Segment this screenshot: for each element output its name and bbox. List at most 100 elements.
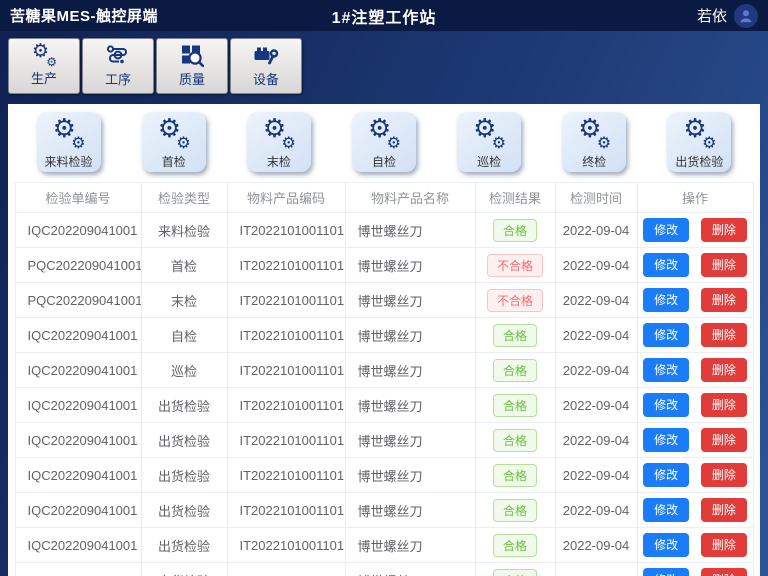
tab-equipment[interactable]: 设备 xyxy=(230,38,302,94)
material-code-cell: IT2022101001101 xyxy=(227,563,345,576)
material-code-cell: IT2022101001101 xyxy=(227,213,345,248)
inspection-type-cell: 出货检验 xyxy=(141,423,227,458)
edit-button[interactable]: 修改 xyxy=(643,428,689,452)
app-title: 苦糖果MES-触控屏端 xyxy=(10,5,158,26)
process-flow-icon xyxy=(105,44,131,68)
delete-button[interactable]: 删除 xyxy=(701,428,747,452)
inspection-type-cell: 出货检验 xyxy=(141,388,227,423)
edit-button[interactable]: 修改 xyxy=(643,218,689,242)
gears-icon: ⚙⚙ xyxy=(576,120,612,150)
material-name-cell: 博世螺丝刀 xyxy=(345,318,475,353)
tab-label: 设备 xyxy=(253,69,279,88)
result-badge: 合格 xyxy=(493,359,537,382)
time-cell: 2022-09-04 xyxy=(555,318,637,353)
inspection-shortcut-card[interactable]: ⚙⚙ 终检 xyxy=(562,112,626,172)
delete-button[interactable]: 删除 xyxy=(701,533,747,557)
delete-button[interactable]: 删除 xyxy=(701,358,747,382)
gears-icon: ⚙⚙ xyxy=(471,120,507,150)
table-row: IQC202209041001 自检 IT2022101001101 博世螺丝刀… xyxy=(15,318,753,353)
user-avatar-icon[interactable] xyxy=(734,4,758,28)
result-cell: 合格 xyxy=(475,423,555,458)
material-code-cell: IT2022101001101 xyxy=(227,318,345,353)
delete-button[interactable]: 删除 xyxy=(701,568,747,576)
table-row: PQC202209041001 首检 IT2022101001101 博世螺丝刀… xyxy=(15,248,753,283)
delete-button[interactable]: 删除 xyxy=(701,498,747,522)
inspection-shortcut-card[interactable]: ⚙⚙ 末检 xyxy=(247,112,311,172)
gears-icon: ⚙⚙ xyxy=(156,120,192,150)
edit-button[interactable]: 修改 xyxy=(643,533,689,557)
delete-button[interactable]: 删除 xyxy=(701,218,747,242)
material-name-cell: 博世螺丝刀 xyxy=(345,493,475,528)
order-no-cell: IQC202209041001 xyxy=(15,388,141,423)
column-header: 检验单编号 xyxy=(15,183,141,213)
result-badge: 合格 xyxy=(493,394,537,417)
delete-button[interactable]: 删除 xyxy=(701,253,747,277)
edit-button[interactable]: 修改 xyxy=(643,568,689,576)
result-badge: 合格 xyxy=(493,464,537,487)
edit-button[interactable]: 修改 xyxy=(643,288,689,312)
table-row: IQC202209041001 出货检验 IT2022101001101 博世螺… xyxy=(15,493,753,528)
delete-button[interactable]: 删除 xyxy=(701,288,747,312)
module-toolbar: ⚙⚙ 生产 工序 xyxy=(0,31,768,104)
column-header: 检测结果 xyxy=(475,183,555,213)
edit-button[interactable]: 修改 xyxy=(643,463,689,487)
edit-button[interactable]: 修改 xyxy=(643,253,689,277)
result-badge: 合格 xyxy=(493,534,537,557)
order-no-cell: IQC202209041001 xyxy=(15,423,141,458)
actions-cell: 修改 删除 xyxy=(637,283,753,318)
table-body: IQC202209041001 来料检验 IT2022101001101 博世螺… xyxy=(15,213,753,576)
edit-button[interactable]: 修改 xyxy=(643,358,689,382)
delete-button[interactable]: 删除 xyxy=(701,393,747,417)
inspection-type-cell: 出货检验 xyxy=(141,458,227,493)
table-row: IQC202209041001 来料检验 IT2022101001101 博世螺… xyxy=(15,213,753,248)
material-code-cell: IT2022101001101 xyxy=(227,248,345,283)
tab-quality[interactable]: 质量 xyxy=(156,38,228,94)
result-cell: 合格 xyxy=(475,528,555,563)
time-cell: 2022-09-04 xyxy=(555,528,637,563)
material-code-cell: IT2022101001101 xyxy=(227,388,345,423)
material-name-cell: 博世螺丝刀 xyxy=(345,563,475,576)
inspection-shortcut-card[interactable]: ⚙⚙ 巡检 xyxy=(457,112,521,172)
content-panel: ⚙⚙ 来料检验 ⚙⚙ 首检 ⚙⚙ 末检 ⚙⚙ xyxy=(8,104,760,576)
actions-cell: 修改 删除 xyxy=(637,213,753,248)
time-cell: 2022-09-04 xyxy=(555,248,637,283)
column-header: 操作 xyxy=(637,183,753,213)
result-cell: 合格 xyxy=(475,563,555,576)
edit-button[interactable]: 修改 xyxy=(643,498,689,522)
module-tab-group: ⚙⚙ 生产 工序 xyxy=(8,38,768,94)
result-badge: 合格 xyxy=(493,324,537,347)
edit-button[interactable]: 修改 xyxy=(643,393,689,417)
inspection-type-cell: 巡检 xyxy=(141,353,227,388)
inspection-shortcut-card[interactable]: ⚙⚙ 自检 xyxy=(352,112,416,172)
equipment-icon xyxy=(253,44,279,68)
delete-button[interactable]: 删除 xyxy=(701,323,747,347)
time-cell: 2022-09-04 xyxy=(555,283,637,318)
edit-button[interactable]: 修改 xyxy=(643,323,689,347)
column-header: 物料产品名称 xyxy=(345,183,475,213)
inspection-type-cell: 末检 xyxy=(141,283,227,318)
inspection-shortcut-card[interactable]: ⚙⚙ 首检 xyxy=(142,112,206,172)
inspection-shortcut-card[interactable]: ⚙⚙ 出货检验 xyxy=(667,112,731,172)
material-code-cell: IT2022101001101 xyxy=(227,423,345,458)
tab-process[interactable]: 工序 xyxy=(82,38,154,94)
order-no-cell: PQC202209041001 xyxy=(15,283,141,318)
result-cell: 合格 xyxy=(475,318,555,353)
material-name-cell: 博世螺丝刀 xyxy=(345,458,475,493)
actions-cell: 修改 删除 xyxy=(637,563,753,576)
delete-button[interactable]: 删除 xyxy=(701,463,747,487)
result-cell: 合格 xyxy=(475,213,555,248)
material-code-cell: IT2022101001101 xyxy=(227,458,345,493)
order-no-cell: IQC202209041001 xyxy=(15,213,141,248)
result-cell: 不合格 xyxy=(475,248,555,283)
inspection-type-cell: 出货检验 xyxy=(141,528,227,563)
result-badge: 不合格 xyxy=(487,289,543,312)
gears-icon: ⚙⚙ xyxy=(681,120,717,150)
column-header: 检验类型 xyxy=(141,183,227,213)
column-header: 检测时间 xyxy=(555,183,637,213)
inspection-type-cell: 出货检验 xyxy=(141,493,227,528)
tab-production[interactable]: ⚙⚙ 生产 xyxy=(8,38,80,94)
time-cell: 2022-09-04 xyxy=(555,563,637,576)
inspection-shortcut-card[interactable]: ⚙⚙ 来料检验 xyxy=(37,112,101,172)
gears-icon: ⚙⚙ xyxy=(366,120,402,150)
inspection-type-cell: 自检 xyxy=(141,318,227,353)
